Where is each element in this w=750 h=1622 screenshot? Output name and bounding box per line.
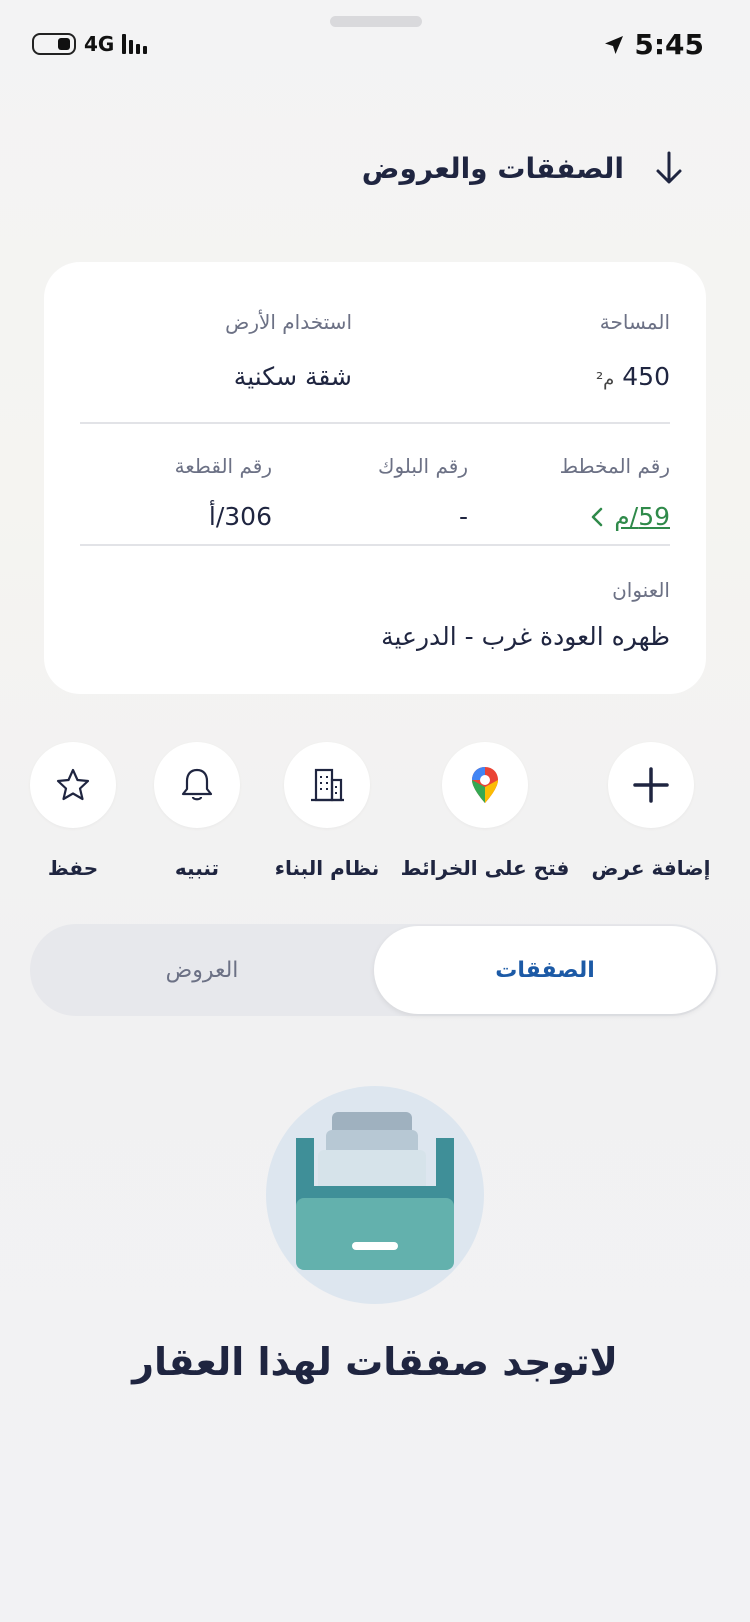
plan-number-link[interactable]: 59/م bbox=[590, 502, 670, 531]
map-pin-icon bbox=[472, 767, 498, 803]
location-arrow-icon bbox=[605, 35, 624, 54]
star-icon bbox=[56, 768, 90, 801]
chevron-left-icon bbox=[592, 507, 603, 526]
plan-number-label: رقم المخطط bbox=[559, 454, 670, 478]
address-value: ظهره العودة غرب - الدرعية bbox=[381, 622, 670, 651]
tab-deals[interactable]: الصفقات bbox=[374, 926, 716, 1014]
tab-offers[interactable]: العروض bbox=[32, 926, 372, 1014]
plan-number-value: 59/م bbox=[614, 502, 670, 531]
add-offer-button[interactable]: إضافة عرض bbox=[592, 742, 710, 880]
building-icon bbox=[311, 768, 344, 802]
building-system-label: نظام البناء bbox=[274, 856, 380, 880]
plot-number-label: رقم القطعة bbox=[174, 454, 272, 478]
alert-button[interactable]: تنبيه bbox=[152, 742, 242, 880]
page-title: الصفقات والعروض bbox=[361, 151, 624, 185]
area-value: 450 bbox=[622, 362, 670, 391]
clock-time: 5:45 bbox=[634, 28, 704, 61]
building-system-button[interactable]: نظام البناء bbox=[275, 742, 379, 880]
sheet-handle[interactable] bbox=[330, 16, 422, 27]
battery-icon bbox=[32, 33, 76, 55]
land-use-value: شقة سكنية bbox=[233, 362, 352, 391]
status-bar-left: 4G bbox=[32, 32, 148, 56]
alert-label: تنبيه bbox=[174, 856, 220, 880]
add-offer-label: إضافة عرض bbox=[591, 856, 711, 880]
block-number-label: رقم البلوك bbox=[377, 454, 468, 478]
open-maps-button[interactable]: فتح على الخرائط bbox=[401, 742, 569, 880]
network-type: 4G bbox=[84, 32, 115, 56]
save-label: حفظ bbox=[47, 856, 99, 880]
land-use-label: استخدام الأرض bbox=[225, 310, 352, 334]
arrow-down-icon bbox=[656, 151, 682, 184]
plus-icon bbox=[633, 767, 669, 803]
divider bbox=[80, 422, 670, 424]
signal-icon bbox=[122, 34, 148, 54]
empty-drawer-illustration bbox=[266, 1086, 484, 1304]
open-maps-label: فتح على الخرائط bbox=[400, 856, 570, 880]
divider bbox=[80, 544, 670, 546]
bell-icon bbox=[181, 768, 213, 801]
area-value-group: 450 م² bbox=[596, 362, 670, 391]
empty-state-message: لاتوجد صفقات لهذا العقار bbox=[132, 1340, 618, 1384]
area-unit: م² bbox=[595, 369, 615, 390]
block-number-value: - bbox=[458, 502, 468, 531]
status-bar-right: 5:45 bbox=[602, 28, 704, 61]
deals-offers-tabs: الصفقات العروض bbox=[30, 924, 718, 1016]
area-label: المساحة bbox=[599, 310, 670, 334]
plot-number-value: 306/أ bbox=[208, 502, 272, 531]
section-header[interactable]: الصفقات والعروض bbox=[362, 150, 684, 186]
address-label: العنوان bbox=[612, 578, 670, 602]
property-info-card: المساحة 450 م² استخدام الأرض شقة سكنية ر… bbox=[44, 262, 706, 694]
save-button[interactable]: حفظ bbox=[28, 742, 118, 880]
